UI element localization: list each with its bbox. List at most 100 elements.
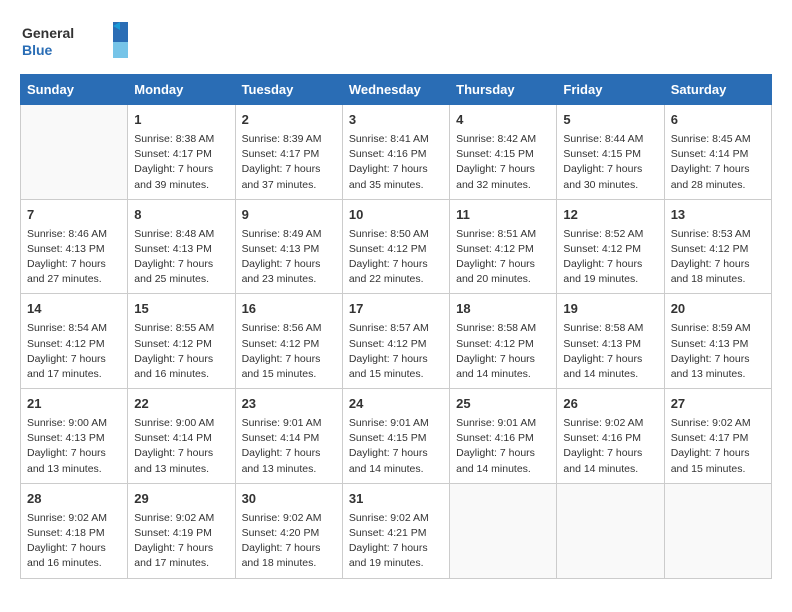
day-info: Sunrise: 8:39 AMSunset: 4:17 PMDaylight:… [242,132,336,193]
header-tuesday: Tuesday [235,75,342,105]
day-info: Sunrise: 8:58 AMSunset: 4:13 PMDaylight:… [563,321,657,382]
calendar-cell: 12 Sunrise: 8:52 AMSunset: 4:12 PMDayligh… [557,199,664,294]
day-info: Sunrise: 8:46 AMSunset: 4:13 PMDaylight:… [27,227,121,288]
day-number: 3 [349,111,443,130]
calendar-cell: 8Sunrise: 8:48 AMSunset: 4:13 PMDaylight… [128,199,235,294]
header-friday: Friday [557,75,664,105]
calendar-cell: 2 Sunrise: 8:39 AMSunset: 4:17 PMDaylight… [235,105,342,200]
day-number: 16 [242,300,336,319]
day-number: 15 [134,300,228,319]
page-header: General Blue [20,20,772,64]
calendar-week-1: 7Sunrise: 8:46 AMSunset: 4:13 PMDaylight… [21,199,772,294]
calendar-cell [557,483,664,578]
calendar-cell: 16 Sunrise: 8:56 AMSunset: 4:12 PMDayligh… [235,294,342,389]
day-number: 6 [671,111,765,130]
day-number: 13 [671,206,765,225]
day-number: 31 [349,490,443,509]
day-info: Sunrise: 8:38 AMSunset: 4:17 PMDaylight:… [134,132,228,193]
calendar-cell: 26 Sunrise: 9:02 AMSunset: 4:16 PMDayligh… [557,389,664,484]
day-info: Sunrise: 8:55 AMSunset: 4:12 PMDaylight:… [134,321,228,382]
calendar-cell: 6 Sunrise: 8:45 AMSunset: 4:14 PMDaylight… [664,105,771,200]
day-number: 21 [27,395,121,414]
day-info: Sunrise: 8:53 AMSunset: 4:12 PMDaylight:… [671,227,765,288]
header-thursday: Thursday [450,75,557,105]
calendar-cell: 31 Sunrise: 9:02 AMSunset: 4:21 PMDayligh… [342,483,449,578]
day-number: 12 [563,206,657,225]
day-number: 10 [349,206,443,225]
calendar-cell: 30 Sunrise: 9:02 AMSunset: 4:20 PMDayligh… [235,483,342,578]
day-number: 23 [242,395,336,414]
day-info: Sunrise: 8:45 AMSunset: 4:14 PMDaylight:… [671,132,765,193]
calendar-week-4: 28Sunrise: 9:02 AMSunset: 4:18 PMDayligh… [21,483,772,578]
calendar-cell: 1Sunrise: 8:38 AMSunset: 4:17 PMDaylight… [128,105,235,200]
logo: General Blue [20,20,130,64]
calendar-header-row: SundayMondayTuesdayWednesdayThursdayFrid… [21,75,772,105]
calendar-cell: 10 Sunrise: 8:50 AMSunset: 4:12 PMDayligh… [342,199,449,294]
calendar-cell: 28Sunrise: 9:02 AMSunset: 4:18 PMDayligh… [21,483,128,578]
day-info: Sunrise: 9:01 AMSunset: 4:16 PMDaylight:… [456,416,550,477]
day-info: Sunrise: 8:57 AMSunset: 4:12 PMDaylight:… [349,321,443,382]
calendar-week-2: 14 Sunrise: 8:54 AMSunset: 4:12 PMDayligh… [21,294,772,389]
day-number: 11 [456,206,550,225]
day-info: Sunrise: 9:02 AMSunset: 4:16 PMDaylight:… [563,416,657,477]
calendar-cell: 21 Sunrise: 9:00 AMSunset: 4:13 PMDayligh… [21,389,128,484]
day-info: Sunrise: 8:41 AMSunset: 4:16 PMDaylight:… [349,132,443,193]
logo-svg: General Blue [20,20,130,64]
day-info: Sunrise: 8:42 AMSunset: 4:15 PMDaylight:… [456,132,550,193]
calendar-cell: 7Sunrise: 8:46 AMSunset: 4:13 PMDaylight… [21,199,128,294]
day-number: 4 [456,111,550,130]
day-info: Sunrise: 9:00 AMSunset: 4:13 PMDaylight:… [27,416,121,477]
day-info: Sunrise: 9:02 AMSunset: 4:18 PMDaylight:… [27,511,121,572]
day-info: Sunrise: 8:56 AMSunset: 4:12 PMDaylight:… [242,321,336,382]
day-number: 9 [242,206,336,225]
calendar-week-0: 1Sunrise: 8:38 AMSunset: 4:17 PMDaylight… [21,105,772,200]
day-number: 19 [563,300,657,319]
day-number: 20 [671,300,765,319]
calendar-table: SundayMondayTuesdayWednesdayThursdayFrid… [20,74,772,579]
svg-text:General: General [22,25,74,41]
calendar-cell: 17 Sunrise: 8:57 AMSunset: 4:12 PMDayligh… [342,294,449,389]
calendar-cell: 14 Sunrise: 8:54 AMSunset: 4:12 PMDayligh… [21,294,128,389]
day-number: 26 [563,395,657,414]
header-sunday: Sunday [21,75,128,105]
day-info: Sunrise: 8:54 AMSunset: 4:12 PMDaylight:… [27,321,121,382]
day-number: 2 [242,111,336,130]
calendar-cell [450,483,557,578]
calendar-cell: 9 Sunrise: 8:49 AMSunset: 4:13 PMDaylight… [235,199,342,294]
day-number: 17 [349,300,443,319]
day-info: Sunrise: 9:02 AMSunset: 4:19 PMDaylight:… [134,511,228,572]
day-number: 18 [456,300,550,319]
calendar-cell: 3 Sunrise: 8:41 AMSunset: 4:16 PMDaylight… [342,105,449,200]
day-info: Sunrise: 8:50 AMSunset: 4:12 PMDaylight:… [349,227,443,288]
day-info: Sunrise: 9:02 AMSunset: 4:20 PMDaylight:… [242,511,336,572]
calendar-cell [664,483,771,578]
day-info: Sunrise: 9:01 AMSunset: 4:14 PMDaylight:… [242,416,336,477]
day-info: Sunrise: 8:49 AMSunset: 4:13 PMDaylight:… [242,227,336,288]
day-info: Sunrise: 9:01 AMSunset: 4:15 PMDaylight:… [349,416,443,477]
day-info: Sunrise: 8:59 AMSunset: 4:13 PMDaylight:… [671,321,765,382]
calendar-cell: 15 Sunrise: 8:55 AMSunset: 4:12 PMDayligh… [128,294,235,389]
calendar-cell: 25 Sunrise: 9:01 AMSunset: 4:16 PMDayligh… [450,389,557,484]
day-number: 14 [27,300,121,319]
calendar-week-3: 21 Sunrise: 9:00 AMSunset: 4:13 PMDayligh… [21,389,772,484]
calendar-cell: 19 Sunrise: 8:58 AMSunset: 4:13 PMDayligh… [557,294,664,389]
day-number: 30 [242,490,336,509]
calendar-cell: 4 Sunrise: 8:42 AMSunset: 4:15 PMDaylight… [450,105,557,200]
day-number: 27 [671,395,765,414]
header-saturday: Saturday [664,75,771,105]
calendar-cell: 22Sunrise: 9:00 AMSunset: 4:14 PMDayligh… [128,389,235,484]
day-number: 24 [349,395,443,414]
day-number: 8 [134,206,228,225]
day-info: Sunrise: 9:02 AMSunset: 4:21 PMDaylight:… [349,511,443,572]
calendar-cell: 5Sunrise: 8:44 AMSunset: 4:15 PMDaylight… [557,105,664,200]
calendar-cell: 29 Sunrise: 9:02 AMSunset: 4:19 PMDayligh… [128,483,235,578]
day-info: Sunrise: 8:51 AMSunset: 4:12 PMDaylight:… [456,227,550,288]
calendar-cell: 24 Sunrise: 9:01 AMSunset: 4:15 PMDayligh… [342,389,449,484]
day-info: Sunrise: 8:52 AMSunset: 4:12 PMDaylight:… [563,227,657,288]
day-number: 29 [134,490,228,509]
calendar-cell: 23 Sunrise: 9:01 AMSunset: 4:14 PMDayligh… [235,389,342,484]
header-wednesday: Wednesday [342,75,449,105]
calendar-cell: 18Sunrise: 8:58 AMSunset: 4:12 PMDayligh… [450,294,557,389]
day-info: Sunrise: 9:02 AMSunset: 4:17 PMDaylight:… [671,416,765,477]
day-number: 25 [456,395,550,414]
